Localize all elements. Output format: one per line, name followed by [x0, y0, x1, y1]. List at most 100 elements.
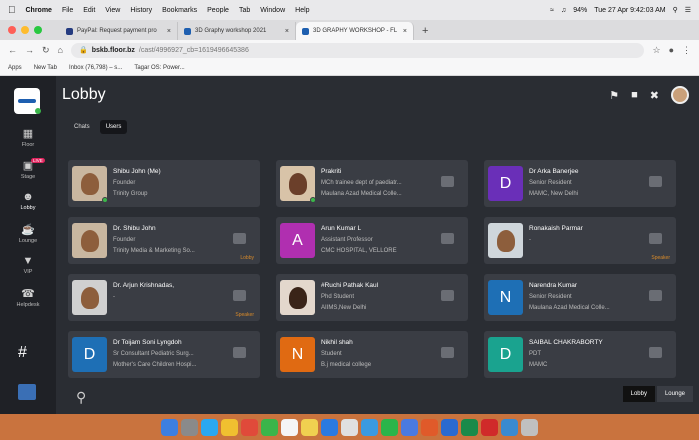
notes-icon[interactable] [301, 418, 318, 436]
menubar-item[interactable]: Edit [83, 7, 95, 14]
menubar-app[interactable]: Chrome [26, 7, 52, 14]
launchpad-icon[interactable] [181, 418, 198, 436]
zoom-window-button[interactable] [34, 26, 42, 34]
chrome-icon[interactable] [221, 418, 238, 436]
menubar-item[interactable]: Tab [239, 7, 250, 14]
user-card[interactable]: Ronakaish Parmar - Speaker [484, 217, 676, 264]
folder-icon[interactable] [501, 418, 518, 436]
wifi-icon[interactable]: ≈ [550, 7, 554, 14]
bookmark-item[interactable]: Tagar OS: Power... [134, 65, 184, 71]
user-card[interactable]: Dr. Shibu John Founder Trinity Media & M… [68, 217, 260, 264]
user-card[interactable]: Shibu John (Me) Founder Trinity Group [68, 160, 260, 207]
safari-icon[interactable] [201, 418, 218, 436]
close-tab-icon[interactable]: × [167, 28, 171, 35]
powerpoint-icon[interactable] [421, 418, 438, 436]
browser-tab[interactable]: 3D Graphy workshop 2021 × [178, 22, 296, 40]
notification-bell-icon[interactable]: ⚑ [609, 89, 619, 102]
menubar-item[interactable]: History [130, 7, 152, 14]
close-window-button[interactable] [8, 26, 16, 34]
acrobat-icon[interactable] [481, 418, 498, 436]
hashtag-icon[interactable]: # [18, 344, 27, 362]
close-tab-icon[interactable]: × [403, 28, 407, 35]
whatsapp-icon[interactable] [381, 418, 398, 436]
chat-icon[interactable] [233, 233, 246, 244]
battery-level[interactable]: 94% [573, 7, 587, 14]
chat-icon[interactable] [649, 233, 662, 244]
user-avatar[interactable] [671, 86, 689, 104]
trash-icon[interactable] [521, 418, 538, 436]
messages-icon[interactable] [401, 418, 418, 436]
menubar-item[interactable]: File [62, 7, 73, 14]
chat-icon[interactable] [441, 176, 454, 187]
sidebar-item-lobby[interactable]: ☻ Lobby [0, 186, 56, 216]
menu-icon[interactable]: ☰ [685, 6, 691, 14]
bookmark-item[interactable]: New Tab [34, 65, 57, 71]
user-card[interactable]: Dr. Arjun Krishnadas, - Speaker [68, 274, 260, 321]
facetime-icon[interactable] [261, 418, 278, 436]
tab-users[interactable]: Users [99, 120, 128, 134]
tab-chats[interactable]: Chats [68, 120, 96, 134]
bookmark-item[interactable]: Apps [8, 65, 22, 71]
floor-thumbnail-icon[interactable] [18, 384, 36, 400]
url-input[interactable]: 🔒 bskb.floor.bz/cast/4996927_cb=16194966… [70, 42, 645, 58]
user-org: Maulana Azad Medical Colle... [529, 305, 610, 311]
profile-icon[interactable]: ● [669, 45, 674, 55]
bookmark-star-icon[interactable]: ☆ [652, 45, 660, 56]
volume-icon[interactable]: ♫ [561, 7, 566, 14]
calendar-icon[interactable] [281, 418, 298, 436]
search-icon[interactable]: ⚲ [76, 389, 86, 406]
chat-icon[interactable] [649, 347, 662, 358]
chat-icon[interactable] [441, 290, 454, 301]
word-icon[interactable] [441, 418, 458, 436]
user-card[interactable]: D Dr Toijam Soni Lyngdoh Sr Consultant P… [68, 331, 260, 378]
apple-icon[interactable]:  [8, 5, 16, 16]
tab-lobby[interactable]: Lobby [622, 386, 655, 402]
user-card[interactable]: Prakriti MCh trainee dept of paediatr...… [276, 160, 468, 207]
sidebar-item-helpdesk[interactable]: ☎ Helpdesk [0, 282, 56, 312]
chat-icon[interactable] [441, 347, 454, 358]
forward-icon[interactable]: → [25, 45, 34, 55]
menubar-item[interactable]: Bookmarks [162, 7, 197, 14]
close-tab-icon[interactable]: × [285, 28, 289, 35]
mail-icon[interactable] [241, 418, 258, 436]
browser-tab[interactable]: PayPal: Request payment pro × [60, 22, 178, 40]
reload-icon[interactable]: ↻ [42, 45, 50, 56]
user-card[interactable]: #Ruchi Pathak Kaul Phd Student AIIMS,New… [276, 274, 468, 321]
sidebar-item-lounge[interactable]: ☕ Lounge [0, 218, 56, 248]
bookmark-item[interactable]: Inbox (76,798) – s... [69, 65, 122, 71]
system-preferences-icon[interactable] [341, 418, 358, 436]
tab-lounge[interactable]: Lounge [656, 386, 693, 402]
event-logo[interactable] [14, 88, 41, 114]
chat-icon[interactable] [441, 233, 454, 244]
minimize-window-button[interactable] [21, 26, 29, 34]
sidebar-item-vip[interactable]: ▼ VIP [0, 250, 56, 280]
chat-icon[interactable] [233, 290, 246, 301]
browser-menu-icon[interactable]: ⋮ [682, 45, 691, 56]
sidebar-item-stage[interactable]: ▣ LIVE Stage [0, 154, 56, 184]
chat-icon[interactable] [649, 290, 662, 301]
menubar-item[interactable]: Window [260, 7, 285, 14]
sidebar-item-floor[interactable]: ▦ Floor [0, 122, 56, 152]
menubar-item[interactable]: People [207, 7, 229, 14]
user-card[interactable]: N Narendra Kumar Senior Resident Maulana… [484, 274, 676, 321]
menubar-item[interactable]: Help [295, 7, 309, 14]
lock-icon[interactable]: ■ [631, 89, 638, 101]
finder-icon[interactable] [161, 418, 178, 436]
app-store-icon[interactable] [321, 418, 338, 436]
menubar-item[interactable]: View [105, 7, 120, 14]
zoom-icon[interactable] [361, 418, 378, 436]
user-card[interactable]: A Arun Kumar L Assistant Professor CMC H… [276, 217, 468, 264]
spotlight-icon[interactable]: ⚲ [673, 6, 678, 14]
home-icon[interactable]: ⌂ [58, 45, 63, 55]
user-card[interactable]: N Nikhil shah Student B.j medical colleg… [276, 331, 468, 378]
user-card[interactable]: D Dr Arka Banerjee Senior Resident MAMC,… [484, 160, 676, 207]
chat-icon[interactable] [649, 176, 662, 187]
back-icon[interactable]: ← [8, 45, 17, 55]
tools-icon[interactable]: ✖ [650, 89, 659, 102]
clock[interactable]: Tue 27 Apr 9:42:03 AM [594, 7, 665, 14]
user-card[interactable]: D SAIBAL CHAKRABORTY PDT MAMC [484, 331, 676, 378]
chat-icon[interactable] [233, 347, 246, 358]
new-tab-button[interactable]: + [414, 25, 436, 40]
excel-icon[interactable] [461, 418, 478, 436]
browser-tab-active[interactable]: 3D GRAPHY WORKSHOP - FL × [296, 22, 414, 40]
